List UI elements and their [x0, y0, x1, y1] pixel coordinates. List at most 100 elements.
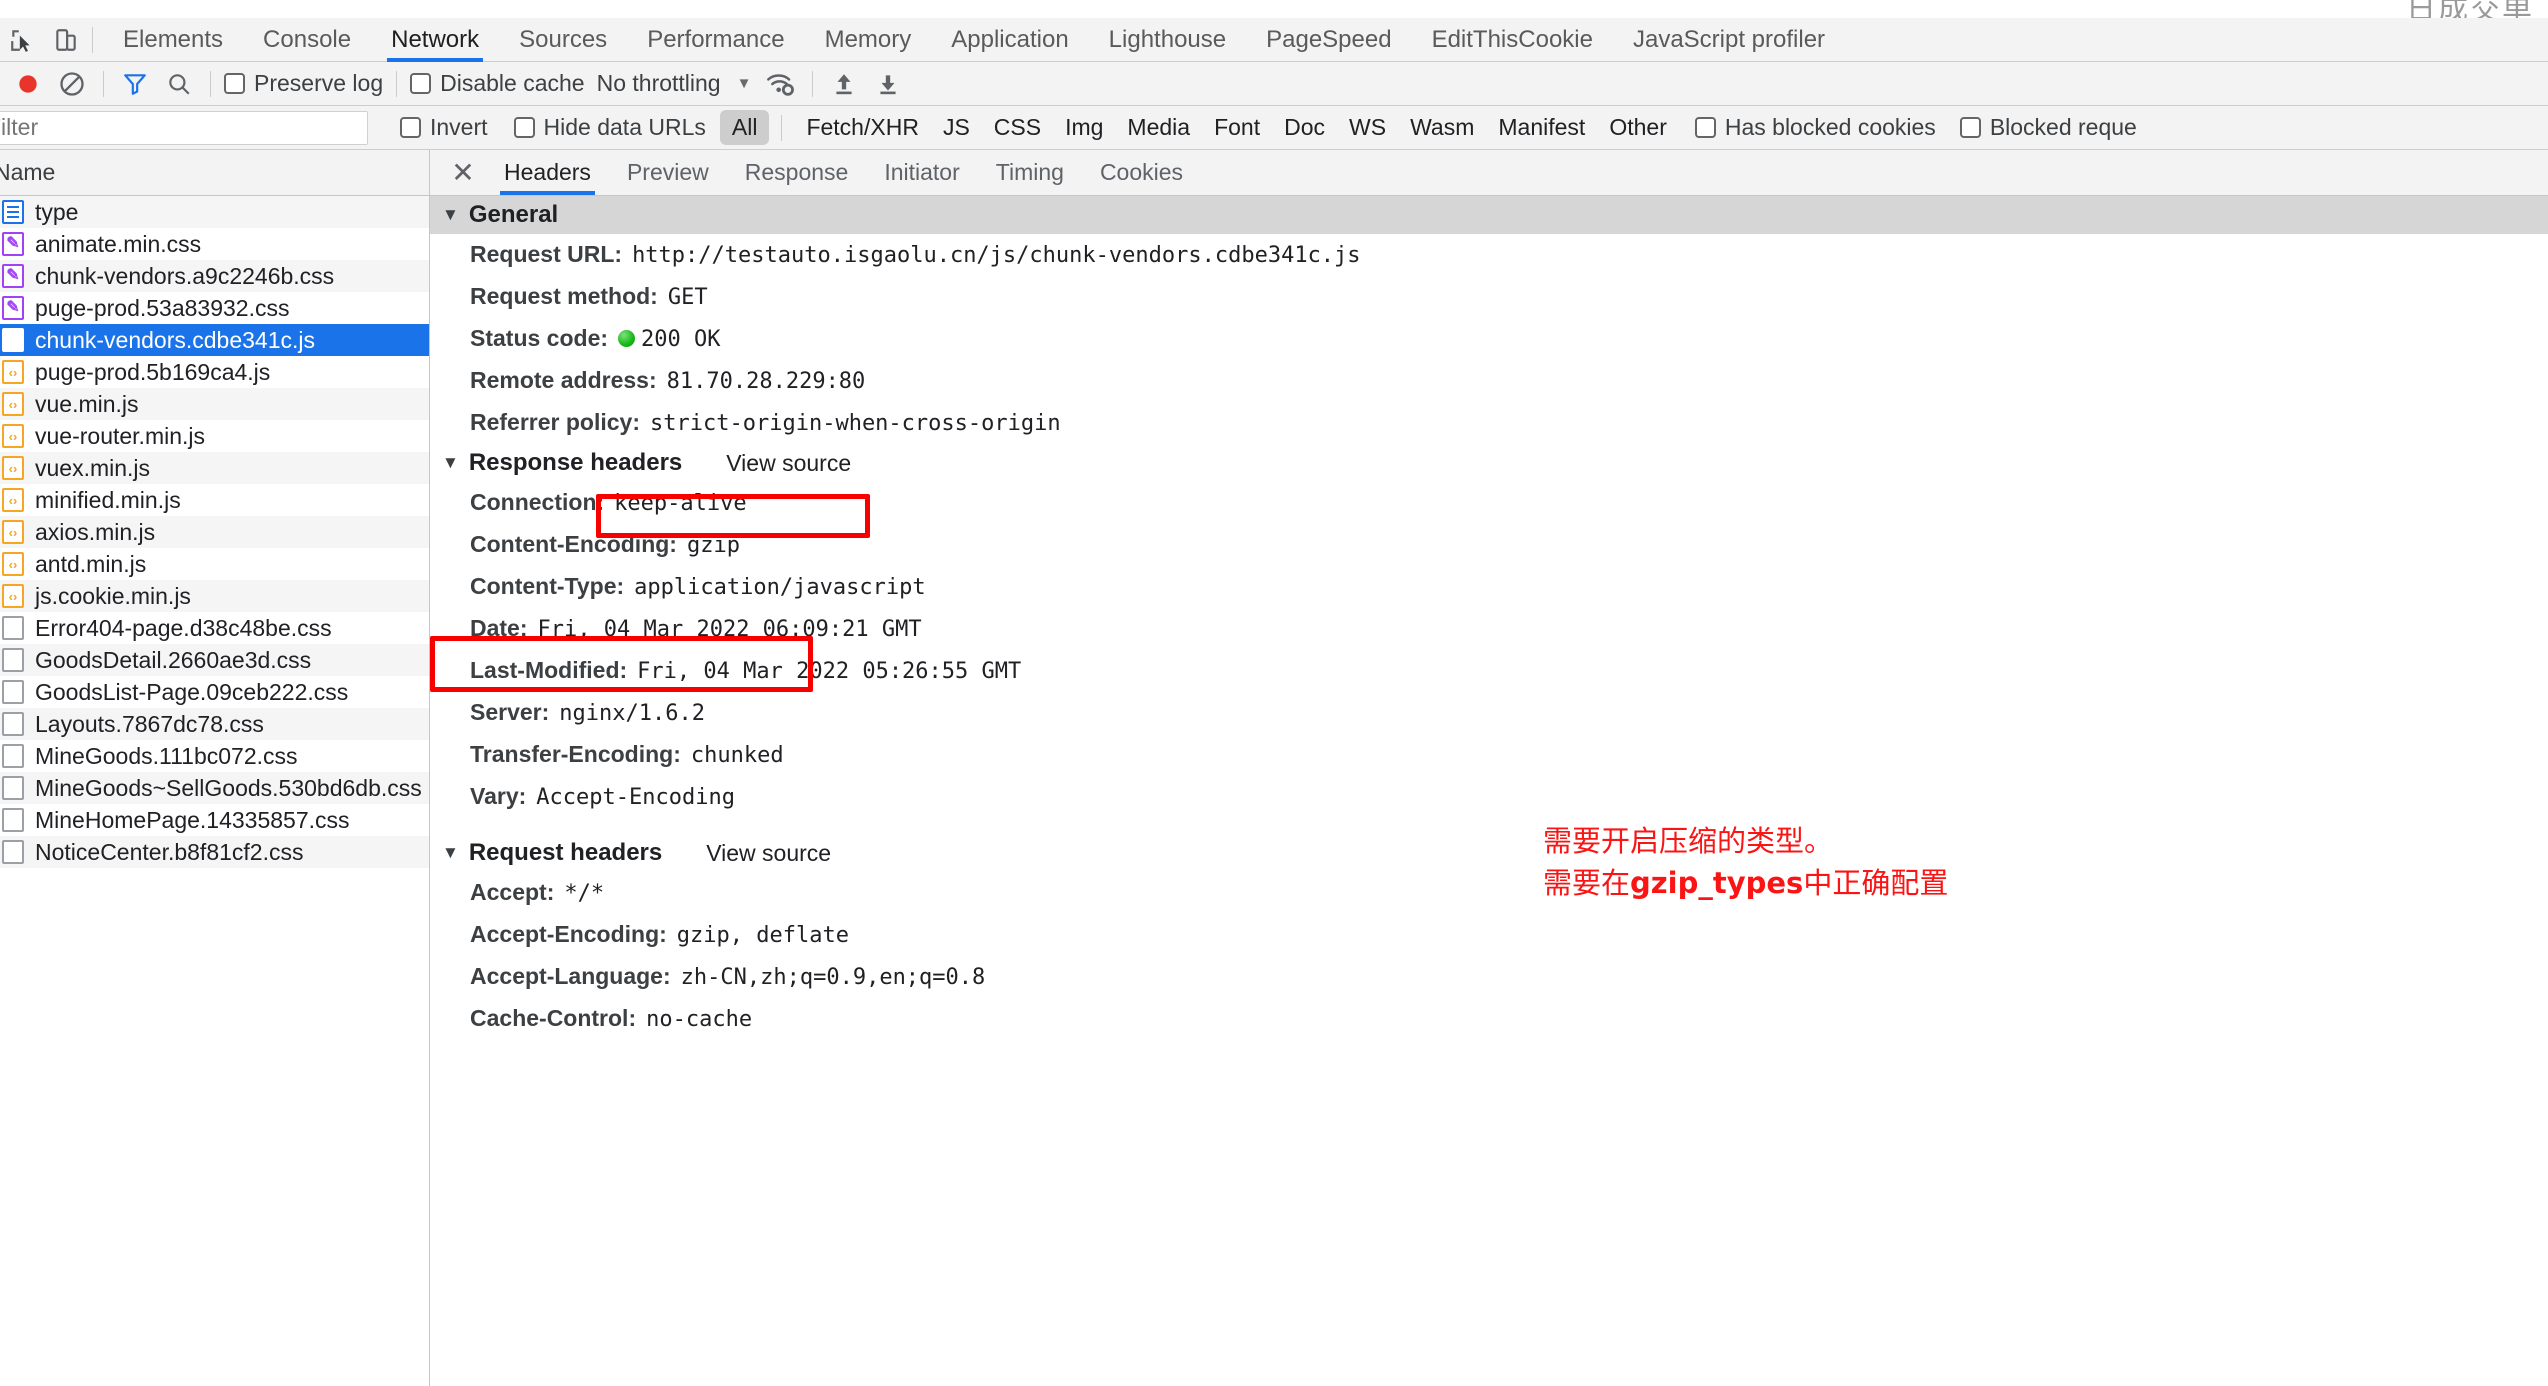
request-row[interactable]: MineHomePage.14335857.css [0, 804, 429, 836]
record-stop-icon[interactable] [6, 64, 50, 104]
invert-checkbox[interactable]: Invert [396, 114, 492, 141]
type-filter-fetch-xhr[interactable]: Fetch/XHR [794, 110, 930, 145]
request-row[interactable]: ‹›antd.min.js [0, 548, 429, 580]
detail-tab-cookies[interactable]: Cookies [1082, 150, 1201, 195]
request-row-name: vue-router.min.js [35, 423, 205, 450]
header-row: Status code:200 OK [430, 318, 2548, 360]
response-view-source-link[interactable]: View source [726, 450, 851, 477]
request-row[interactable]: ‹›vue.min.js [0, 388, 429, 420]
request-row[interactable]: NoticeCenter.b8f81cf2.css [0, 836, 429, 868]
request-headers-header[interactable]: ▼ Request headers View source [430, 834, 2548, 872]
type-filter-font[interactable]: Font [1202, 110, 1272, 145]
detail-tab-timing[interactable]: Timing [978, 150, 1082, 195]
header-row: Vary:Accept-Encoding [430, 776, 2548, 818]
request-row[interactable]: ✎ chunk-vendors.a9c2246b.css [0, 260, 429, 292]
disable-cache-checkbox-box[interactable] [410, 73, 431, 94]
response-headers-header[interactable]: ▼ Response headers View source [430, 444, 2548, 482]
request-row[interactable]: MineGoods~SellGoods.530bd6db.css [0, 772, 429, 804]
has-blocked-cookies-checkbox-box[interactable] [1695, 117, 1716, 138]
request-row[interactable]: ‹›vuex.min.js [0, 452, 429, 484]
network-conditions-wifi-icon[interactable] [759, 64, 803, 104]
preserve-log-checkbox-box[interactable] [224, 73, 245, 94]
detail-tab-initiator[interactable]: Initiator [866, 150, 977, 195]
clear-network-log-icon[interactable] [50, 64, 94, 104]
request-row[interactable]: MineGoods.111bc072.css [0, 740, 429, 772]
header-key: Server: [470, 696, 549, 728]
request-row-name: chunk-vendors.a9c2246b.css [35, 263, 334, 290]
header-row: Accept-Language:zh-CN,zh;q=0.9,en;q=0.8 [430, 956, 2548, 998]
tab-memory[interactable]: Memory [805, 18, 932, 62]
type-filter-wasm[interactable]: Wasm [1398, 110, 1486, 145]
request-row[interactable]: GoodsList-Page.09ceb222.css [0, 676, 429, 708]
search-icon[interactable] [157, 64, 201, 104]
request-row[interactable]: type [0, 196, 429, 228]
has-blocked-cookies-checkbox[interactable]: Has blocked cookies [1691, 114, 1940, 141]
close-icon[interactable]: ✕ [440, 150, 486, 195]
type-filter-all[interactable]: All [720, 110, 770, 145]
tab-performance[interactable]: Performance [627, 18, 804, 62]
plain-file-icon [2, 648, 24, 672]
request-list-header[interactable]: Name [0, 150, 429, 196]
tab-network[interactable]: Network [371, 18, 499, 62]
type-filter-doc[interactable]: Doc [1272, 110, 1337, 145]
filter-input[interactable] [0, 111, 368, 145]
header-row: Date:Fri, 04 Mar 2022 06:09:21 GMT [430, 608, 2548, 650]
request-list[interactable]: Name type✎animate.min.css ✎ chunk-vendors.… [0, 150, 430, 1386]
tab-console[interactable]: Console [243, 18, 371, 62]
tab-javascript-profiler[interactable]: JavaScript profiler [1613, 18, 1845, 62]
request-row[interactable]: Error404-page.d38c48be.css [0, 612, 429, 644]
device-toolbar-icon[interactable] [44, 18, 88, 62]
tab-editthiscookie[interactable]: EditThisCookie [1412, 18, 1613, 62]
preserve-log-checkbox[interactable]: Preserve log [220, 70, 387, 97]
detail-tab-headers[interactable]: Headers [486, 150, 609, 195]
tab-lighthouse[interactable]: Lighthouse [1089, 18, 1246, 62]
type-filter-media[interactable]: Media [1115, 110, 1202, 145]
export-har-down-arrow-icon[interactable] [866, 64, 910, 104]
type-filter-ws[interactable]: WS [1337, 110, 1398, 145]
request-view-source-link[interactable]: View source [706, 840, 831, 867]
disable-cache-checkbox[interactable]: Disable cache [406, 70, 588, 97]
throttling-dropdown[interactable]: No throttling ▼ [589, 70, 760, 97]
header-value: Accept-Encoding [536, 782, 735, 814]
css-file-icon: ✎ [2, 264, 24, 288]
type-filter-manifest[interactable]: Manifest [1486, 110, 1597, 145]
general-section-header[interactable]: ▼ General [430, 196, 2548, 234]
blocked-requests-checkbox-box[interactable] [1960, 117, 1981, 138]
tab-application[interactable]: Application [931, 18, 1088, 62]
hide-data-urls-checkbox[interactable]: Hide data URLs [510, 114, 710, 141]
annotation-line2-suffix: 中正确配置 [1803, 866, 1948, 900]
request-row[interactable]: GoodsDetail.2660ae3d.css [0, 644, 429, 676]
request-row-name: js.cookie.min.js [35, 583, 191, 610]
request-row[interactable]: Layouts.7867dc78.css [0, 708, 429, 740]
type-filter-other[interactable]: Other [1597, 110, 1679, 145]
request-row[interactable]: ✎puge-prod.53a83932.css [0, 292, 429, 324]
request-row[interactable]: ‹›axios.min.js [0, 516, 429, 548]
blocked-requests-checkbox[interactable]: Blocked reque [1956, 114, 2141, 141]
type-filter-css[interactable]: CSS [982, 110, 1053, 145]
import-har-up-arrow-icon[interactable] [822, 64, 866, 104]
type-filter-js[interactable]: JS [931, 110, 982, 145]
hide-data-urls-checkbox-box[interactable] [514, 117, 535, 138]
invert-checkbox-box[interactable] [400, 117, 421, 138]
detail-tabs: HeadersPreviewResponseInitiatorTimingCoo… [486, 150, 1201, 195]
request-row[interactable]: ‹›js.cookie.min.js [0, 580, 429, 612]
network-body: Name type✎animate.min.css ✎ chunk-vendors.… [0, 150, 2548, 1386]
detail-tab-preview[interactable]: Preview [609, 150, 727, 195]
type-filter-img[interactable]: Img [1053, 110, 1115, 145]
request-row[interactable]: ‹›chunk-vendors.cdbe341c.js [0, 324, 429, 356]
tab-pagespeed[interactable]: PageSpeed [1246, 18, 1411, 62]
inspect-element-icon[interactable] [0, 18, 44, 62]
header-value: */* [564, 878, 604, 910]
tab-sources[interactable]: Sources [499, 18, 627, 62]
tab-elements[interactable]: Elements [103, 18, 243, 62]
request-row[interactable]: ‹›puge-prod.5b169ca4.js [0, 356, 429, 388]
triangle-down-icon: ▼ [442, 453, 459, 473]
request-row[interactable]: ‹›vue-router.min.js [0, 420, 429, 452]
request-row-name: GoodsList-Page.09ceb222.css [35, 679, 348, 706]
page-content-strip: 日成交单 [0, 0, 2548, 18]
request-row[interactable]: ✎animate.min.css [0, 228, 429, 260]
request-row[interactable]: ‹›minified.min.js [0, 484, 429, 516]
filter-funnel-icon[interactable] [113, 64, 157, 104]
detail-tab-response[interactable]: Response [727, 150, 867, 195]
request-row-name: vue.min.js [35, 391, 139, 418]
